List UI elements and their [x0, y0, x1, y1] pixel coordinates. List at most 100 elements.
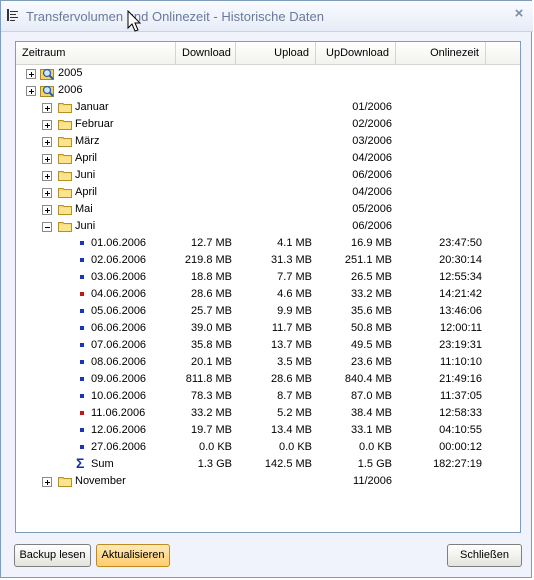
- expand-plus-icon[interactable]: [42, 171, 52, 181]
- chart-list-icon: [7, 9, 18, 21]
- tree-node-day[interactable]: 11.06.2006 33.2 MB 5.2 MB 38.4 MB 12:58:33: [16, 405, 520, 422]
- expand-plus-icon[interactable]: [42, 188, 52, 198]
- tree-node-day[interactable]: 03.06.2006 18.8 MB 7.7 MB 26.5 MB 12:55:34: [16, 269, 520, 286]
- onlinezeit-value: 12:55:34: [439, 271, 482, 283]
- tree-node-month[interactable]: Januar 01/2006: [16, 99, 520, 116]
- updownload-value: 26.5 MB: [351, 271, 392, 283]
- onlinezeit-value: 00:00:12: [439, 441, 482, 453]
- month-label: Juni: [75, 169, 96, 181]
- expand-plus-icon[interactable]: [42, 154, 52, 164]
- period-value: 06/2006: [352, 169, 392, 181]
- bullet-icon: [80, 377, 84, 381]
- tree-node-month[interactable]: März 03/2006: [16, 133, 520, 150]
- tree-node-day[interactable]: 07.06.2006 35.8 MB 13.7 MB 49.5 MB 23:19:31: [16, 337, 520, 354]
- updownload-value: 23.6 MB: [351, 356, 392, 368]
- tree-node-day[interactable]: 06.06.2006 39.0 MB 11.7 MB 50.8 MB 12:00:11: [16, 320, 520, 337]
- tree-node-year-2006[interactable]: 2006: [16, 82, 520, 99]
- day-date-label: 02.06.2006: [91, 254, 147, 266]
- col-onlinezeit[interactable]: Onlinezeit: [396, 42, 486, 64]
- upload-value: 5.2 MB: [277, 407, 312, 419]
- period-value: 05/2006: [352, 203, 392, 215]
- onlinezeit-value: 23:47:50: [439, 237, 482, 249]
- month-label: April: [75, 186, 98, 198]
- tree-node-day[interactable]: 05.06.2006 25.7 MB 9.9 MB 35.6 MB 13:46:06: [16, 303, 520, 320]
- sigma-icon: Σ: [76, 455, 85, 471]
- download-value: 35.8 MB: [191, 339, 232, 351]
- folder-icon: [58, 222, 72, 232]
- day-date-label: 12.06.2006: [91, 424, 147, 436]
- tree-node-month[interactable]: Juni 06/2006: [16, 218, 520, 235]
- updownload-value: 33.2 MB: [351, 288, 392, 300]
- tree-node-month[interactable]: Februar 02/2006: [16, 116, 520, 133]
- folder-icon: [58, 154, 72, 164]
- upload-value: 11.7 MB: [271, 322, 312, 334]
- updownload-value: 1.5 GB: [357, 458, 392, 470]
- tree-node-month[interactable]: Mai 05/2006: [16, 201, 520, 218]
- history-tree-list[interactable]: Zeitraum Download Upload UpDownload Onli…: [15, 41, 521, 533]
- onlinezeit-value: 12:58:33: [439, 407, 482, 419]
- download-value: 78.3 MB: [191, 390, 232, 402]
- upload-value: 3.5 MB: [277, 356, 312, 368]
- tree-node-month[interactable]: Juni 06/2006: [16, 167, 520, 184]
- download-value: 25.7 MB: [191, 305, 232, 317]
- download-value: 811.8 MB: [185, 373, 232, 385]
- month-label: Januar: [75, 101, 109, 113]
- updownload-value: 16.9 MB: [351, 237, 392, 249]
- updownload-value: 49.5 MB: [351, 339, 392, 351]
- tree-node-day[interactable]: 08.06.2006 20.1 MB 3.5 MB 23.6 MB 11:10:10: [16, 354, 520, 371]
- onlinezeit-value: 21:49:16: [439, 373, 482, 385]
- tree-node-day[interactable]: 01.06.2006 12.7 MB 4.1 MB 16.9 MB 23:47:50: [16, 235, 520, 252]
- updownload-value: 38.4 MB: [351, 407, 392, 419]
- day-date-label: 01.06.2006: [91, 237, 147, 249]
- collapse-minus-icon[interactable]: [42, 222, 52, 232]
- updownload-value: 87.0 MB: [351, 390, 392, 402]
- expand-plus-icon[interactable]: [42, 103, 52, 113]
- day-date-label: 03.06.2006: [91, 271, 147, 283]
- aktualisieren-button[interactable]: Aktualisieren: [96, 544, 170, 567]
- tree-node-day[interactable]: 04.06.2006 28.6 MB 4.6 MB 33.2 MB 14:21:42: [16, 286, 520, 303]
- year-label: 2006: [58, 84, 83, 96]
- day-date-label: 07.06.2006: [91, 339, 147, 351]
- folder-icon: [58, 120, 72, 130]
- backup-lesen-button[interactable]: Backup lesen: [14, 544, 91, 567]
- tree-node-year-2005[interactable]: 2005: [16, 65, 520, 82]
- tree-node-month[interactable]: April 04/2006: [16, 184, 520, 201]
- col-upload[interactable]: Upload: [236, 42, 316, 64]
- tree-node-sum[interactable]: Σ Sum 1.3 GB 142.5 MB 1.5 GB 182:27:19: [16, 456, 520, 473]
- download-value: 0.0 KB: [198, 441, 232, 453]
- expand-plus-icon[interactable]: [26, 86, 36, 96]
- upload-value: 28.6 MB: [271, 373, 312, 385]
- onlinezeit-value: 11:10:10: [439, 356, 482, 368]
- tree-node-day[interactable]: 12.06.2006 19.7 MB 13.4 MB 33.1 MB 04:10:55: [16, 422, 520, 439]
- close-icon[interactable]: ×: [510, 5, 528, 23]
- tree-node-day[interactable]: 09.06.2006 811.8 MB 28.6 MB 840.4 MB 21:49:1…: [16, 371, 520, 388]
- month-label: April: [75, 152, 98, 164]
- folder-icon: [58, 188, 72, 198]
- expand-plus-icon[interactable]: [26, 69, 36, 79]
- day-date-label: 06.06.2006: [91, 322, 147, 334]
- upload-value: 31.3 MB: [271, 254, 312, 266]
- col-updownload[interactable]: UpDownload: [316, 42, 396, 64]
- day-date-label: 27.06.2006: [91, 441, 147, 453]
- col-zeitraum[interactable]: Zeitraum: [16, 42, 176, 64]
- expand-plus-icon[interactable]: [42, 477, 52, 487]
- period-value: 04/2006: [352, 152, 392, 164]
- period-value: 11/2006: [353, 475, 392, 487]
- tree-node-day[interactable]: 10.06.2006 78.3 MB 8.7 MB 87.0 MB 11:37:05: [16, 388, 520, 405]
- tree-node-month-november[interactable]: November 11/2006: [16, 473, 520, 490]
- folder-icon: [58, 205, 72, 215]
- tree-node-month[interactable]: April 04/2006: [16, 150, 520, 167]
- onlinezeit-value: 20:30:14: [439, 254, 482, 266]
- expand-plus-icon[interactable]: [42, 137, 52, 147]
- month-label: März: [75, 135, 100, 147]
- expand-plus-icon[interactable]: [42, 205, 52, 215]
- tree-node-day[interactable]: 27.06.2006 0.0 KB 0.0 KB 0.0 KB 00:00:12: [16, 439, 520, 456]
- expand-plus-icon[interactable]: [42, 120, 52, 130]
- schliessen-button[interactable]: Schließen: [447, 544, 522, 567]
- title-bar[interactable]: Transfervolumen und Onlinezeit - Histori…: [1, 1, 533, 32]
- bullet-icon: [80, 343, 84, 347]
- tree-node-day[interactable]: 02.06.2006 219.8 MB 31.3 MB 251.1 MB 20:30:1…: [16, 252, 520, 269]
- bullet-icon: [80, 360, 84, 364]
- year-label: 2005: [58, 67, 83, 79]
- col-download[interactable]: Download: [176, 42, 236, 64]
